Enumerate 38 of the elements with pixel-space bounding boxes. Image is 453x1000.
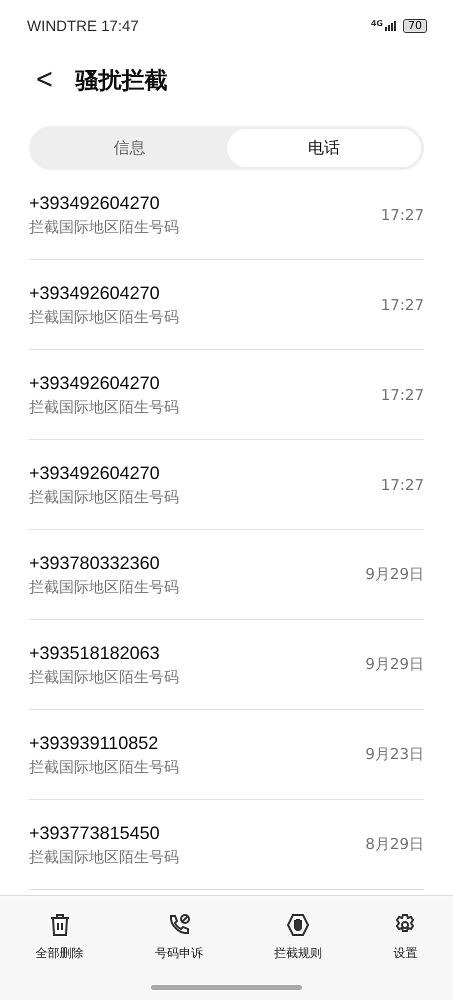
call-time: 17:27 — [380, 476, 424, 494]
phone-number[interactable]: +393492604270 — [29, 462, 179, 484]
block-reason: 拦截国际地区陌生号码 — [29, 398, 179, 416]
signal-icon — [385, 21, 397, 31]
phone-number[interactable]: +393780332360 — [29, 552, 179, 574]
block-reason: 拦截国际地区陌生号码 — [29, 488, 179, 506]
phone-number[interactable]: +393518182063 — [29, 642, 179, 664]
call-time: 17:27 — [380, 206, 424, 224]
trash-icon — [48, 913, 71, 937]
call-time: 9月29日 — [365, 565, 424, 584]
tab[interactable]: 电话 — [226, 129, 421, 167]
block-reason: 拦截国际地区陌生号码 — [29, 668, 179, 686]
battery-icon: 70 — [403, 19, 427, 33]
block-reason: 拦截国际地区陌生号码 — [29, 218, 179, 236]
call-time: 9月23日 — [365, 745, 424, 764]
block-reason: 拦截国际地区陌生号码 — [29, 758, 179, 776]
phone-number[interactable]: +393492604270 — [29, 282, 179, 304]
toolbar-button[interactable]: 设置 — [387, 912, 424, 963]
tab[interactable]: 信息 — [32, 129, 226, 167]
block-reason: 拦截国际地区陌生号码 — [29, 308, 179, 326]
stop-hand-icon — [286, 913, 310, 937]
network-label: 4G — [370, 19, 383, 28]
carrier-time: WINDTRE 17:47 — [27, 18, 139, 34]
call-time: 17:27 — [380, 296, 424, 314]
phone-number[interactable]: +393492604270 — [29, 372, 179, 394]
page-title: 骚扰拦截 — [75, 66, 168, 96]
toolbar-button[interactable]: 号码申诉 — [148, 912, 209, 963]
toolbar-button[interactable]: 拦截规则 — [268, 912, 328, 963]
call-time: 17:27 — [380, 386, 424, 404]
phone-number[interactable]: +393939110852 — [29, 732, 179, 754]
phone-number[interactable]: +393492604270 — [29, 192, 179, 214]
call-time: 8月29日 — [365, 835, 424, 854]
block-reason: 拦截国际地区陌生号码 — [29, 578, 179, 596]
toolbar-button[interactable]: 全部删除 — [30, 912, 90, 963]
block-reason: 拦截国际地区陌生号码 — [29, 848, 179, 866]
call-time: 9月29日 — [365, 655, 424, 674]
back-button[interactable]: < — [32, 62, 62, 98]
phone-number[interactable]: +393773815450 — [29, 822, 179, 844]
